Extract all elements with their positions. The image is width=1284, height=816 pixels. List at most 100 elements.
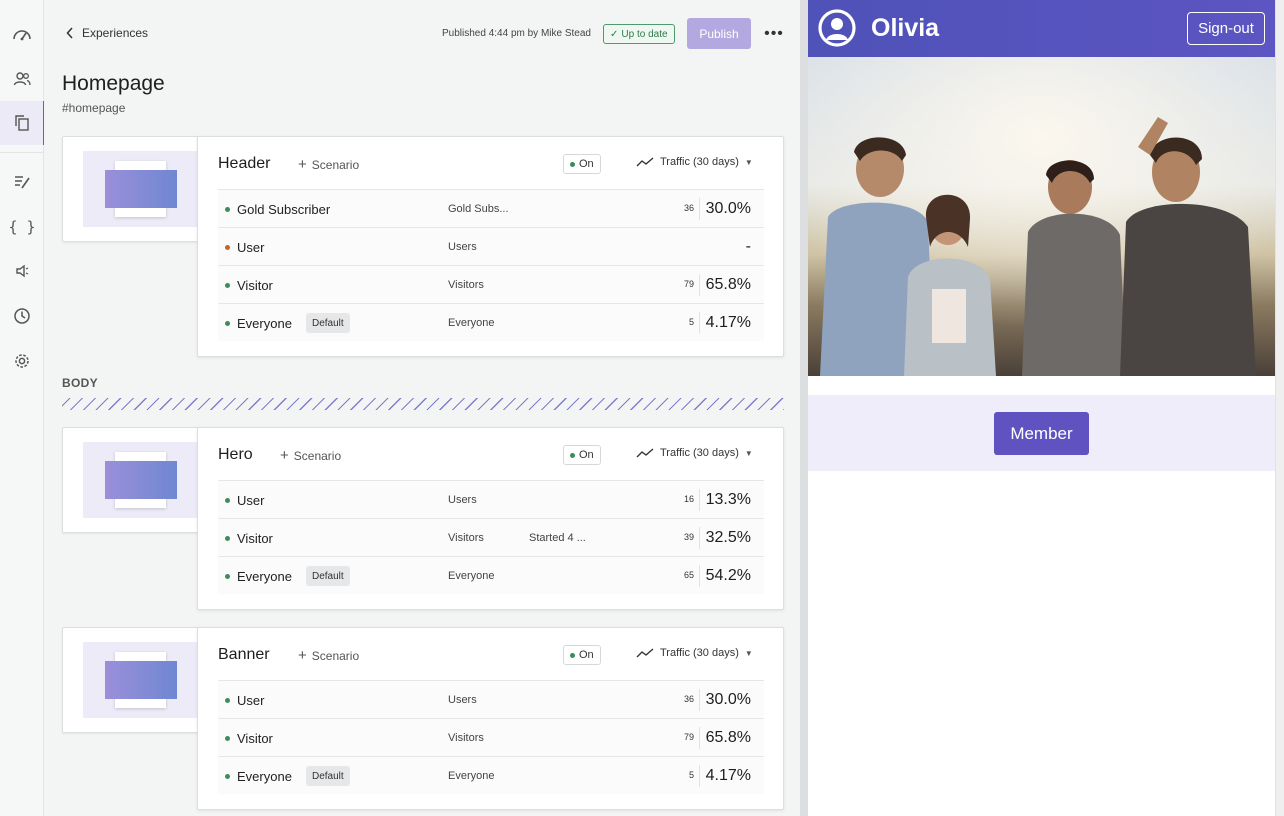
edit-list-icon[interactable] <box>0 160 44 204</box>
scenario-label: Scenario <box>311 158 360 172</box>
visitor-count: 16 <box>683 494 694 504</box>
traffic-dropdown[interactable]: Traffic (30 days) ▼ <box>636 447 753 459</box>
table-row[interactable]: User Users 16 13.3% <box>218 480 764 518</box>
status-dot <box>570 452 575 458</box>
traffic-percent: 30.0% <box>705 200 751 217</box>
add-scenario-button[interactable]: + Scenario <box>280 448 342 463</box>
visitor-count: 79 <box>683 279 694 289</box>
audience-name: Users <box>448 694 477 706</box>
gear-icon[interactable] <box>0 339 44 383</box>
panel-divider[interactable] <box>800 0 808 816</box>
hero-photo-people <box>808 57 1275 376</box>
layout-thumbnail <box>83 642 198 718</box>
drop-zone-divider <box>62 398 784 410</box>
table-row[interactable]: Visitor Visitors 79 65.8% <box>218 718 764 756</box>
sign-out-button[interactable]: Sign-out <box>1187 12 1265 45</box>
table-row[interactable]: Visitor Visitors 79 65.8% <box>218 265 764 303</box>
copy-pages-icon[interactable] <box>0 101 45 145</box>
more-options-icon[interactable]: ••• <box>763 24 785 44</box>
traffic-label: Traffic (30 days) <box>660 647 739 659</box>
table-row[interactable]: Everyone Default Everyone 5 4.17% <box>218 303 764 341</box>
audience-name: Everyone <box>448 770 495 782</box>
chevron-left-icon <box>66 27 73 39</box>
table-row[interactable]: User Users - <box>218 227 764 265</box>
traffic-percent: 32.5% <box>705 529 751 546</box>
trend-line-icon <box>636 448 654 458</box>
traffic-percent: 54.2% <box>705 567 751 584</box>
traffic-percent: 65.8% <box>705 729 751 746</box>
code-braces-icon[interactable]: { } <box>0 205 44 249</box>
banner-thumbnail-card[interactable] <box>62 627 212 733</box>
started-info: Started 4 ... <box>529 532 586 544</box>
dashboard-gauge-icon[interactable] <box>0 12 44 56</box>
default-tag: Default <box>306 566 350 586</box>
traffic-percent: 4.17% <box>705 767 751 784</box>
traffic-label: Traffic (30 days) <box>660 156 739 168</box>
on-label: On <box>579 158 594 170</box>
segment-table: Gold Subscriber Gold Subs... 36 30.0% Us… <box>218 189 764 341</box>
preview-scrollbar[interactable] <box>1275 0 1284 816</box>
member-button[interactable]: Member <box>994 412 1089 455</box>
traffic-dropdown[interactable]: Traffic (30 days) ▼ <box>636 647 753 659</box>
status-dot <box>225 698 230 703</box>
table-row[interactable]: Everyone Default Everyone 65 54.2% <box>218 556 764 594</box>
clock-icon[interactable] <box>0 294 44 338</box>
add-scenario-button[interactable]: + Scenario <box>298 157 360 172</box>
traffic-percent: - <box>745 238 751 255</box>
status-dot <box>225 774 230 779</box>
table-row[interactable]: Gold Subscriber Gold Subs... 36 30.0% <box>218 189 764 227</box>
segment-name: Visitor <box>237 531 273 546</box>
table-row[interactable]: Visitor Visitors Started 4 ... 39 32.5% <box>218 518 764 556</box>
experience-card-hero: Hero + Scenario On Traffic (30 days) ▼ Us… <box>197 427 784 610</box>
people-icon[interactable] <box>0 57 44 101</box>
layout-thumbnail <box>83 151 198 227</box>
status-dot <box>225 283 230 288</box>
traffic-percent: 4.17% <box>705 314 751 331</box>
top-bar: Experiences Published 4:44 pm by Mike St… <box>44 0 800 66</box>
status-badge-label: Up to date <box>621 28 668 40</box>
status-dot <box>225 321 230 326</box>
visitor-count: 5 <box>688 770 694 780</box>
speaker-icon[interactable] <box>0 249 44 293</box>
trend-line-icon <box>636 648 654 658</box>
add-scenario-button[interactable]: + Scenario <box>298 648 360 663</box>
publish-button[interactable]: Publish <box>687 18 751 49</box>
traffic-label: Traffic (30 days) <box>660 447 739 459</box>
back-link[interactable]: Experiences <box>66 26 148 40</box>
segment-table: User Users 36 30.0% Visitor Visitors 79 … <box>218 680 764 794</box>
scenario-label: Scenario <box>311 649 360 663</box>
nav-rail: { } <box>0 0 45 816</box>
traffic-percent: 65.8% <box>705 276 751 293</box>
on-toggle[interactable]: On <box>563 445 601 465</box>
on-toggle[interactable]: On <box>563 154 601 174</box>
preview-header: Olivia Sign-out <box>808 0 1275 57</box>
traffic-dropdown[interactable]: Traffic (30 days) ▼ <box>636 156 753 168</box>
traffic-percent: 13.3% <box>705 491 751 508</box>
trend-line-icon <box>636 157 654 167</box>
table-row[interactable]: User Users 36 30.0% <box>218 680 764 718</box>
audience-name: Everyone <box>448 317 495 329</box>
status-dot <box>225 574 230 579</box>
hero-image <box>808 57 1275 376</box>
card-title: Banner <box>218 646 270 663</box>
card-title: Header <box>218 155 271 172</box>
experience-editor: Experiences Published 4:44 pm by Mike St… <box>44 0 800 816</box>
experience-card-banner: Banner + Scenario On Traffic (30 days) ▼ … <box>197 627 784 810</box>
scenario-label: Scenario <box>293 449 342 463</box>
caret-down-icon: ▼ <box>744 448 753 458</box>
hero-thumbnail-card[interactable] <box>62 427 212 533</box>
on-toggle[interactable]: On <box>563 645 601 665</box>
segment-name: Visitor <box>237 278 273 293</box>
default-tag: Default <box>306 313 350 333</box>
header-thumbnail-card[interactable] <box>62 136 212 242</box>
visitor-count: 5 <box>688 317 694 327</box>
table-row[interactable]: Everyone Default Everyone 5 4.17% <box>218 756 764 794</box>
traffic-percent: 30.0% <box>705 691 751 708</box>
audience-name: Visitors <box>448 732 484 744</box>
segment-name: Visitor <box>237 731 273 746</box>
segment-name: Everyone <box>237 316 292 331</box>
nav-separator <box>0 152 44 153</box>
experience-card-header: Header + Scenario On Traffic (30 days) ▼ … <box>197 136 784 357</box>
segment-table: User Users 16 13.3% Visitor Visitors Sta… <box>218 480 764 594</box>
status-dot <box>225 536 230 541</box>
